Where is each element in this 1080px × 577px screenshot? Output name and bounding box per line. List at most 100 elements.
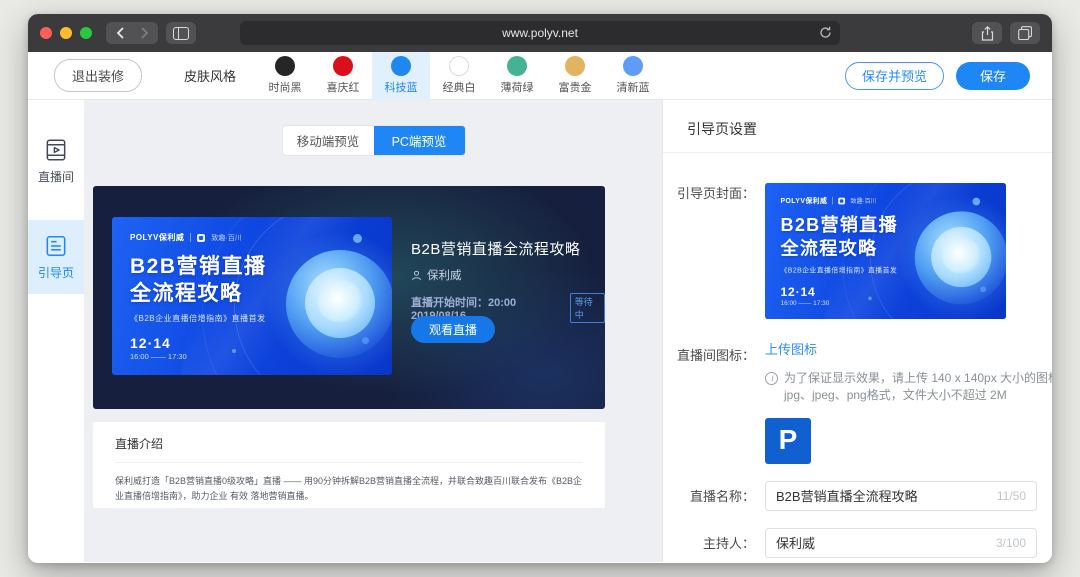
divider — [115, 462, 583, 463]
swatch-label: 薄荷绿 — [501, 79, 534, 95]
guide-page-preview-panel: POLYV保利威 致趣·百川 B2B营销直播全流程攻略 《B2B企业直播倍增指南… — [93, 186, 605, 409]
watch-live-button[interactable]: 观看直播 — [411, 316, 495, 343]
host-value: 保利威 — [776, 533, 990, 552]
skin-option-blue-selected[interactable]: 科技蓝 — [372, 52, 430, 100]
back-button[interactable] — [108, 23, 132, 43]
host-field-row: 主持人： 保利威 3/100 — [663, 528, 1052, 558]
person-icon — [411, 270, 422, 281]
url-bar[interactable]: www.polyv.net — [240, 21, 840, 45]
banner-subtitle: 《B2B企业直播倍增指南》直播首发 — [130, 313, 266, 324]
reload-icon[interactable] — [819, 26, 832, 39]
url-text: www.polyv.net — [502, 26, 578, 40]
banner-logos: POLYV保利威 致趣·百川 — [130, 232, 242, 243]
browser-chrome: www.polyv.net — [28, 14, 1052, 52]
save-and-preview-button[interactable]: 保存并预览 — [845, 62, 944, 90]
status-badge: 等待中 — [570, 293, 605, 323]
tabs-overview-icon[interactable] — [1010, 22, 1040, 44]
live-host-row: 保利威 — [411, 267, 462, 283]
icon-upload-tip: 为了保证显示效果，请上传 140 x 140px 大小的图标，支持jpg、jpe… — [765, 370, 1052, 404]
icon-field-row: 直播间图标： 上传图标 为了保证显示效果，请上传 140 x 140px 大小的… — [663, 339, 1052, 464]
room-icon-preview: P — [765, 418, 811, 464]
live-name-label: 直播名称： — [663, 486, 755, 505]
preview-area: 移动端预览 PC端预览 POLYV保利威 致趣·百川 — [85, 100, 662, 562]
skin-option-lightblue[interactable]: 清新蓝 — [604, 52, 662, 100]
polyv-p-logo: P — [779, 424, 798, 456]
live-name-field-row: 直播名称： B2B营销直播全流程攻略 11/50 — [663, 481, 1052, 511]
swatch-color-blue — [391, 56, 411, 76]
fullscreen-button[interactable] — [80, 27, 92, 39]
live-title: B2B营销直播全流程攻略 — [411, 238, 580, 259]
cover-thumbnail[interactable]: POLYV保利威 致趣·百川 B2B营销直播全流程攻略 《B2B企业直播倍增指南… — [765, 183, 1006, 319]
cover-banner-thumb: POLYV保利威 致趣·百川 B2B营销直播全流程攻略 《B2B企业直播倍增指南… — [765, 183, 1006, 319]
sidebar-item-live-room[interactable]: 直播间 — [28, 124, 84, 198]
banner-date: 12·14 — [130, 335, 171, 351]
chrome-right-buttons — [972, 22, 1040, 44]
settings-title: 引导页设置 — [663, 100, 1052, 153]
swatch-label: 时尚黑 — [269, 79, 302, 95]
left-sidebar: 直播间 引导页 — [28, 100, 85, 562]
swatch-color-red — [333, 56, 353, 76]
editor-toolbar: 退出装修 皮肤风格 时尚黑 喜庆红 科技蓝 经典白 — [28, 52, 1052, 100]
sidebar-item-guide-page[interactable]: 引导页 — [28, 220, 84, 294]
sidebar-item-label: 引导页 — [38, 264, 74, 281]
forward-button[interactable] — [132, 23, 156, 43]
swatch-color-gold — [565, 56, 585, 76]
preview-device-tabs: 移动端预览 PC端预览 — [283, 126, 465, 155]
save-button[interactable]: 保存 — [956, 62, 1030, 90]
live-cover-banner: POLYV保利威 致趣·百川 B2B营销直播全流程攻略 《B2B企业直播倍增指南… — [112, 217, 392, 375]
swatch-color-black — [275, 56, 295, 76]
skin-option-green[interactable]: 薄荷绿 — [488, 52, 546, 100]
live-host-name: 保利威 — [427, 267, 462, 283]
swatch-label: 喜庆红 — [327, 79, 360, 95]
partner-logo-icon — [197, 234, 205, 242]
swatch-label: 清新蓝 — [617, 79, 650, 95]
exit-decoration-button[interactable]: 退出装修 — [54, 59, 142, 92]
host-label: 主持人： — [663, 533, 755, 552]
skin-option-white[interactable]: 经典白 — [430, 52, 488, 100]
swatch-color-white — [449, 56, 469, 76]
guide-page-settings-panel: 引导页设置 引导页封面： POLYV保利威 — [662, 100, 1052, 562]
browser-window: www.polyv.net 退出装修 皮肤风格 时尚黑 — [28, 14, 1052, 563]
skin-option-gold[interactable]: 富贵金 — [546, 52, 604, 100]
close-button[interactable] — [40, 27, 52, 39]
live-intro-text: 保利威打造「B2B营销直播0级攻略」直播 —— 用90分钟拆解B2B营销直播全流… — [115, 474, 583, 504]
swatch-color-green — [507, 56, 527, 76]
swatch-label: 科技蓝 — [385, 79, 418, 95]
swatch-label: 经典白 — [443, 79, 476, 95]
host-counter: 3/100 — [996, 536, 1026, 550]
skin-swatches: 时尚黑 喜庆红 科技蓝 经典白 薄荷绿 — [256, 52, 662, 100]
skin-style-label: 皮肤风格 — [184, 66, 236, 85]
cover-field-row: 引导页封面： POLYV保利威 — [663, 183, 1052, 319]
banner-time: 16:00 —— 17:30 — [130, 352, 187, 361]
polyv-logo: POLYV保利威 — [130, 232, 184, 243]
tab-mobile-preview[interactable]: 移动端预览 — [283, 126, 374, 155]
swatch-label: 富贵金 — [559, 79, 592, 95]
skin-option-red[interactable]: 喜庆红 — [314, 52, 372, 100]
host-input[interactable]: 保利威 3/100 — [765, 528, 1037, 558]
banner-title: B2B营销直播全流程攻略 — [130, 253, 267, 307]
live-name-counter: 11/50 — [997, 489, 1026, 503]
upload-icon-link[interactable]: 上传图标 — [765, 339, 817, 358]
traffic-lights — [40, 27, 92, 39]
nav-buttons — [106, 22, 158, 44]
minimize-button[interactable] — [60, 27, 72, 39]
desktop: www.polyv.net 退出装修 皮肤风格 时尚黑 — [0, 0, 1080, 577]
share-icon[interactable] — [972, 22, 1002, 44]
guide-page-icon — [43, 233, 69, 259]
live-name-input[interactable]: B2B营销直播全流程攻略 11/50 — [765, 481, 1037, 511]
info-icon — [765, 372, 778, 385]
tab-pc-preview[interactable]: PC端预览 — [374, 126, 465, 155]
icon-label: 直播间图标： — [663, 339, 755, 364]
banner-rings-graphic — [260, 224, 392, 375]
cover-label: 引导页封面： — [663, 183, 755, 202]
sidebar-item-label: 直播间 — [38, 168, 74, 185]
skin-option-black[interactable]: 时尚黑 — [256, 52, 314, 100]
live-name-value: B2B营销直播全流程攻略 — [776, 486, 991, 505]
partner-logo-text: 致趣·百川 — [211, 233, 241, 243]
sidebar-toggle-icon[interactable] — [166, 22, 196, 44]
swatch-color-lightblue — [623, 56, 643, 76]
live-intro-heading: 直播介绍 — [115, 435, 583, 452]
live-room-icon — [43, 137, 69, 163]
icon-tip-text: 为了保证显示效果，请上传 140 x 140px 大小的图标，支持jpg、jpe… — [784, 370, 1052, 404]
live-intro-card: 直播介绍 保利威打造「B2B营销直播0级攻略」直播 —— 用90分钟拆解B2B营… — [93, 422, 605, 508]
